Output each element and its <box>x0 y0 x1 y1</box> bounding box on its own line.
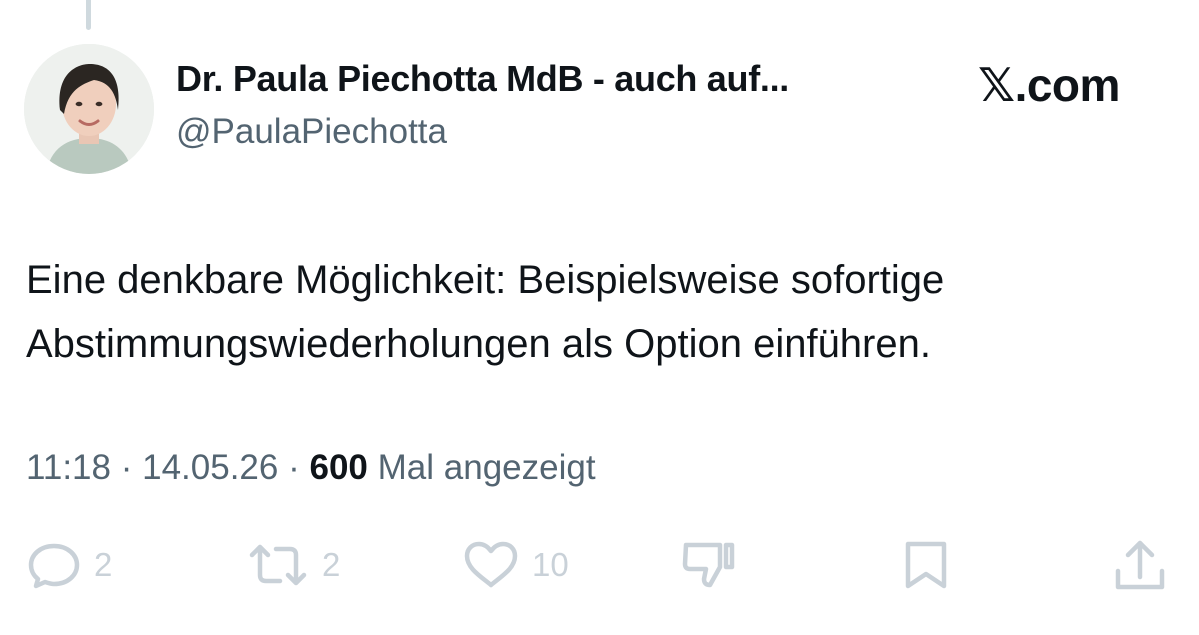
reply-button[interactable]: 2 <box>26 535 112 595</box>
meta-separator: · <box>288 448 300 487</box>
meta-separator: · <box>120 448 133 487</box>
bookmark-icon <box>905 541 947 589</box>
tweet-text-line: Abstimmungswiederholungen als Option ein… <box>26 322 931 366</box>
tweet-text-line: Eine denkbare Möglichkeit: Beispielsweis… <box>26 258 945 302</box>
views-label: Mal angezeigt <box>377 448 596 487</box>
x-logo-domain: .com <box>1014 59 1121 111</box>
repost-icon <box>249 544 307 586</box>
tweet-metadata: 11:18 · 14.05.26 · 600 Mal angezeigt <box>26 448 596 488</box>
author-handle[interactable]: @PaulaPiechotta <box>176 112 447 152</box>
share-icon <box>1115 540 1165 590</box>
views-count: 600 <box>309 448 368 487</box>
like-count: 10 <box>532 546 569 583</box>
x-com-logo: 𝕏.com <box>978 58 1120 112</box>
repost-count: 2 <box>322 546 341 583</box>
thread-connector-line <box>86 0 91 30</box>
x-logo-icon: 𝕏 <box>978 59 1015 111</box>
reply-count: 2 <box>94 546 113 583</box>
reply-icon <box>28 543 80 589</box>
heart-icon <box>464 541 518 588</box>
bookmark-button[interactable] <box>900 535 952 595</box>
avatar-portrait-image <box>24 44 154 174</box>
tweet-card: Dr. Paula Piechotta MdB - auch auf... @P… <box>0 0 1199 635</box>
tweet-text: Eine denkbare Möglichkeit: Beispielsweis… <box>26 248 1176 376</box>
tweet-action-bar: 2 2 10 <box>0 535 1199 595</box>
author-display-name[interactable]: Dr. Paula Piechotta MdB - auch auf... <box>176 58 789 100</box>
thumbs-down-icon <box>682 542 735 588</box>
tweet-date[interactable]: 14.05.26 <box>142 448 278 487</box>
tweet-time[interactable]: 11:18 <box>26 448 111 487</box>
like-button[interactable]: 10 <box>462 535 569 595</box>
downvote-button[interactable] <box>680 535 738 595</box>
share-button[interactable] <box>1112 535 1168 595</box>
avatar[interactable] <box>24 44 154 174</box>
repost-button[interactable]: 2 <box>246 535 340 595</box>
